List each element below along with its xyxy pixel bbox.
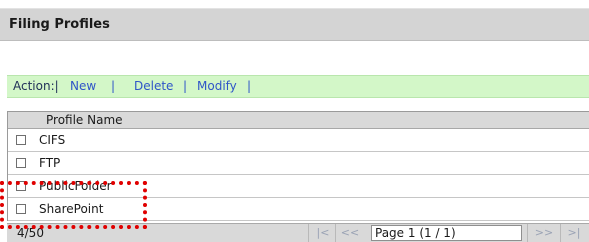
table-row[interactable]: SharePoint	[8, 198, 589, 221]
title-bar: Filing Profiles	[0, 8, 589, 41]
page-title: Filing Profiles	[9, 17, 110, 32]
pager-divider	[308, 224, 309, 242]
action-label: Action:|	[13, 79, 59, 93]
action-bar: Action:| New | Delete | Modify |	[7, 75, 589, 98]
row-checkbox[interactable]	[16, 204, 26, 214]
first-page-button[interactable]: |<	[315, 226, 331, 240]
next-page-button[interactable]: >>	[534, 226, 554, 240]
column-header-profile-name[interactable]: Profile Name	[46, 112, 123, 128]
modify-button[interactable]: Modify	[197, 76, 237, 97]
row-checkbox[interactable]	[16, 158, 26, 168]
table-row[interactable]: CIFS	[8, 129, 589, 152]
table-footer: 4/50 |< << Page 1 (1 / 1) >> >|	[7, 223, 589, 242]
record-count: 4/50	[17, 226, 44, 240]
profile-name[interactable]: SharePoint	[39, 198, 103, 220]
action-separator: |	[247, 79, 252, 93]
action-separator: |	[111, 79, 116, 93]
last-page-button[interactable]: >|	[566, 226, 582, 240]
delete-button[interactable]: Delete	[134, 76, 173, 97]
pager-divider	[335, 224, 336, 242]
row-checkbox[interactable]	[16, 181, 26, 191]
pager-divider	[527, 224, 528, 242]
table-row[interactable]: FTP	[8, 152, 589, 175]
page-selector[interactable]: Page 1 (1 / 1)	[371, 225, 522, 241]
row-checkbox[interactable]	[16, 135, 26, 145]
pager-divider	[560, 224, 561, 242]
filing-profiles-page: Filing Profiles Action:| New | Delete | …	[0, 0, 589, 242]
table-row[interactable]: PublicFolder	[8, 175, 589, 198]
profile-name[interactable]: PublicFolder	[39, 175, 112, 197]
previous-page-button[interactable]: <<	[340, 226, 360, 240]
profile-name[interactable]: CIFS	[39, 129, 65, 151]
profile-name[interactable]: FTP	[39, 152, 60, 174]
table-header: Profile Name	[8, 112, 589, 129]
action-separator: |	[183, 79, 188, 93]
new-button[interactable]: New	[70, 76, 96, 97]
profile-table: Profile Name CIFS FTP PublicFolder Share…	[7, 111, 589, 221]
